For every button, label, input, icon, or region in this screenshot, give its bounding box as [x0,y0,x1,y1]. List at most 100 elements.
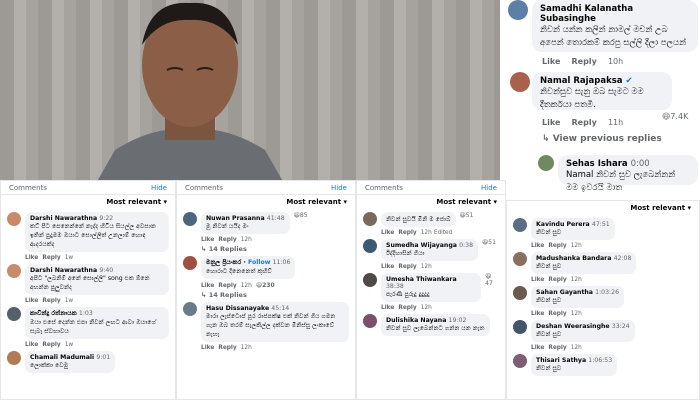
comment-actions: Like Reply 1w [25,255,74,261]
reply-button[interactable]: Reply [218,237,236,243]
like-button[interactable]: Like [201,283,214,289]
avatar[interactable] [7,212,21,226]
comment-actions: Like Reply 12h Edited [381,230,453,236]
avatar[interactable] [7,307,21,321]
reply-button[interactable]: Reply [218,345,236,351]
sort-dropdown[interactable]: Most relevant ▾ [1,195,175,209]
reply-button[interactable]: Reply [398,230,416,236]
reply-button[interactable]: Reply [572,118,597,127]
avatar[interactable] [183,212,197,226]
reply-button[interactable]: Reply [42,342,60,348]
reply-button[interactable]: Reply [548,311,566,317]
chevron-down-icon: ▾ [163,198,167,206]
comments-panel-3: Comments Hide Most relevant ▾ නිවන් සුවයි… [356,180,506,400]
hide-button[interactable]: Hide [331,184,347,192]
reply-button[interactable]: Reply [572,57,597,66]
avatar[interactable] [513,354,527,368]
comment-bubble: Sehas Ishara 0:00 Namal නිවන් සුව ලැබෙන්… [558,155,698,193]
avatar[interactable] [7,351,21,365]
avatar[interactable] [513,218,527,232]
comment: Sumedha Wijayanga 0:38 ඊද්දිහාසින් ගියා 😆5… [363,239,499,261]
reaction-count[interactable]: 😆51 [460,212,474,227]
avatar[interactable] [513,286,527,300]
reply-button[interactable]: Reply [548,243,566,249]
comment-actions: Like Reply 1w [25,342,74,348]
reaction-count[interactable]: 😆51 [482,239,496,261]
follow-button[interactable]: Follow [248,259,270,266]
avatar[interactable] [363,212,377,226]
comment-actions: Like Reply 12h [381,264,432,270]
comment-text: නිවන් යන්න කලින් නාමල් මචන් උබ අපෙන් තොර… [540,25,687,48]
comments-panel-4: Most relevant ▾ Kavindu Perera 47:51 නිවන… [506,200,700,400]
reply-button[interactable]: Reply [218,283,236,289]
person-image [95,2,285,185]
like-button[interactable]: Like [531,243,544,249]
like-button[interactable]: Like [542,57,560,66]
reply-button[interactable]: Reply [42,298,60,304]
like-button[interactable]: Like [25,298,38,304]
comment: Umesha Thiwankara 38:38 පැරණි පුරුදු දුදු… [363,273,499,302]
sort-dropdown[interactable]: Most relevant ▾ [357,195,505,209]
comment-actions: Like Reply 12h [201,237,252,243]
comment-actions: Like Reply 12h [201,345,252,351]
reaction-count[interactable]: 😆85 [294,212,308,234]
commenter-name[interactable]: Namal Rajapaksa ✔ [540,76,664,86]
avatar[interactable] [183,302,197,316]
like-button[interactable]: Like [381,264,394,270]
comment: Dulishika Nayana 19:02 නිවන් සුව ලැබෙන්නට… [363,314,499,336]
avatar[interactable] [513,320,527,334]
like-button[interactable]: Like [201,237,214,243]
avatar[interactable] [363,239,377,253]
like-button[interactable]: Like [531,345,544,351]
reaction-count[interactable]: 😆230 [256,282,275,289]
comments-panel-2: Comments Hide Most relevant ▾ Nuwan Prasa… [176,180,356,400]
like-button[interactable]: Like [25,342,38,348]
avatar[interactable] [513,252,527,266]
comment: Kavindu Perera 47:51 නිවන් සුව [513,218,693,240]
avatar[interactable] [183,256,197,270]
avatar[interactable] [510,72,530,92]
comment: Thisari Sathya 1:06:53 නිවන් සුව [513,354,693,376]
reply-button[interactable]: Reply [548,345,566,351]
panel-title: Comments [365,183,403,192]
comment: Chamali Madumali 9:01 ලොක්කා වෙමු [7,351,169,373]
comments-panel-1: Comments Hide Most relevant ▾ Darshi Nawa… [0,180,176,400]
verified-icon: ✔ [625,76,633,86]
like-button[interactable]: Like [381,230,394,236]
video-frame[interactable] [0,0,500,185]
like-button[interactable]: Like [25,255,38,261]
reply-button[interactable]: Reply [398,305,416,311]
avatar[interactable] [538,155,554,171]
avatar[interactable] [363,314,377,328]
like-button[interactable]: Like [531,311,544,317]
reply-button[interactable]: Reply [42,255,60,261]
commenter-name[interactable]: Sehas Ishara 0:00 [566,159,690,169]
hide-button[interactable]: Hide [151,184,167,192]
sort-dropdown[interactable]: Most relevant ▾ [177,195,355,209]
reply-button[interactable]: Reply [548,277,566,283]
like-button[interactable]: Like [531,277,544,283]
chevron-down-icon: ▾ [687,204,691,212]
reaction-count[interactable]: 😆7.4K [662,112,688,121]
commenter-name[interactable]: Samadhi Kalanatha Subasinghe [540,4,690,24]
like-button[interactable]: Like [381,305,394,311]
avatar[interactable] [363,273,377,287]
view-previous-replies[interactable]: ↳ View previous replies [542,134,662,144]
like-button[interactable]: Like [542,118,560,127]
like-button[interactable]: Like [201,345,214,351]
avatar[interactable] [508,0,528,20]
comment: Sahan Gayantha 1:03:26 නිවන් සුව [513,286,693,308]
avatar[interactable] [7,264,21,278]
view-replies-button[interactable]: ↳ 14 Replies [201,245,355,253]
hide-button[interactable]: Hide [481,184,497,192]
comment-time: 11h [607,118,624,127]
reply-button[interactable]: Reply [398,264,416,270]
reaction-count[interactable]: 😆47 [485,273,499,302]
comment-thread: Samadhi Kalanatha Subasinghe නිවන් යන්න … [500,0,700,193]
comment: Darshi Nawarathna 9:40 අපිට "ලබනිම් අනේ ස… [7,264,169,295]
view-replies-button[interactable]: ↳ 14 Replies [201,291,355,299]
sort-dropdown[interactable]: Most relevant ▾ [507,201,699,215]
comment-actions: Like Reply 12h [531,277,582,283]
comment-time: 10h [607,57,624,66]
comment-actions: Like Reply 11h [542,118,623,127]
